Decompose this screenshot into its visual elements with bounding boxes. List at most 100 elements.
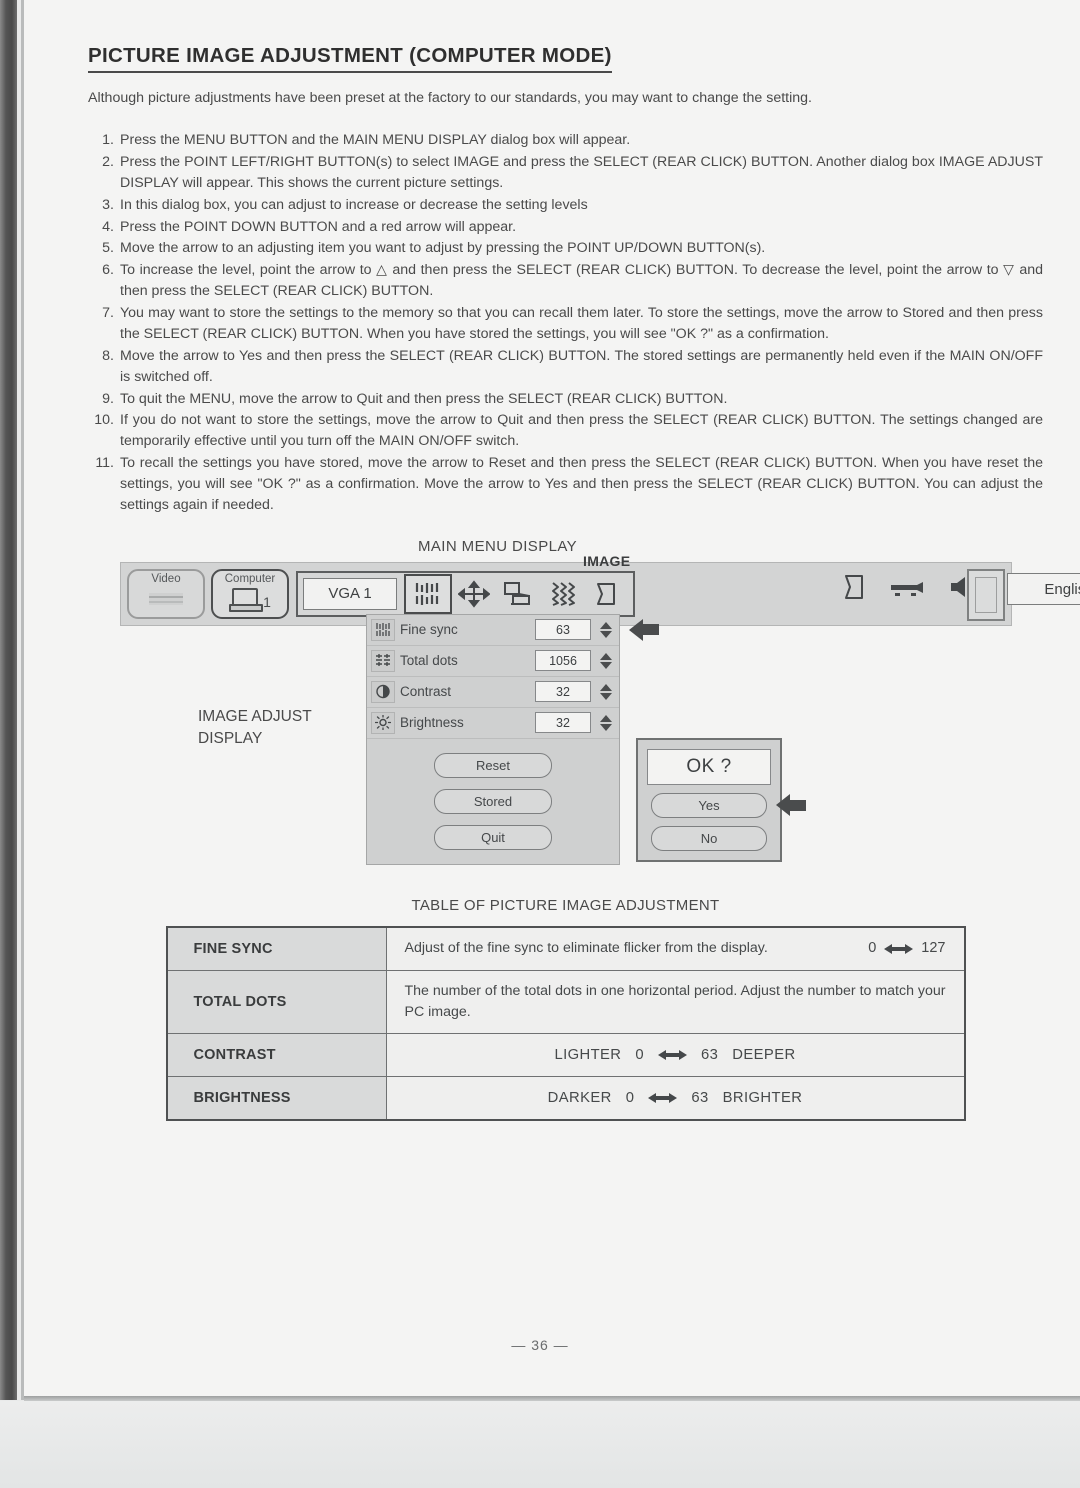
pc-screen-icon[interactable] — [496, 576, 540, 612]
computer-icon: 1 — [229, 588, 271, 613]
image-menu-group[interactable]: IMAGE VGA 1 — [296, 553, 635, 617]
down-triangle-icon[interactable] — [600, 692, 612, 700]
table-caption: TABLE OF PICTURE IMAGE ADJUSTMENT — [411, 896, 720, 914]
scale-left-label: DARKER — [547, 1090, 612, 1107]
step-text: To recall the settings you have stored, … — [120, 455, 1043, 513]
step-number: 8. — [102, 347, 114, 364]
instruction-step: 3. In this dialog box, you can adjust to … — [88, 195, 1043, 216]
adjust-row[interactable]: Brightness 32 — [367, 707, 619, 739]
instruction-step: 10. If you do not want to store the setti… — [88, 410, 1043, 452]
step-number: 2. — [102, 153, 114, 170]
up-down-stepper[interactable] — [597, 683, 615, 700]
instruction-step: 4. Press the POINT DOWN BUTTON and a red … — [88, 217, 1043, 238]
table-row-key: BRIGHTNESS — [166, 1076, 387, 1121]
step-number: 9. — [102, 390, 114, 407]
step-text: To quit the MENU, move the arrow to Quit… — [120, 390, 728, 407]
instruction-step: 7. You may want to store the settings to … — [88, 303, 1043, 345]
adjust-row[interactable]: Contrast 32 — [367, 676, 619, 708]
adjust-row-value[interactable]: 32 — [535, 681, 591, 703]
red-pointer-arrow — [776, 794, 806, 817]
table-row-description: DARKER 0 63 BRIGHTER — [385, 1076, 965, 1121]
adjust-row-value[interactable]: 1056 — [535, 650, 591, 672]
table-row-range: 0 127 — [868, 938, 945, 960]
instruction-step: 8. Move the arrow to Yes and then press t… — [88, 346, 1043, 388]
down-triangle-icon[interactable] — [600, 661, 612, 669]
no-button[interactable]: No — [651, 825, 767, 851]
language-value-box[interactable]: English — [1007, 573, 1080, 606]
source-button-computer[interactable]: Computer 1 — [211, 568, 289, 619]
table-row: CONTRAST LIGHTER 0 63 DEEPER — [166, 1033, 965, 1078]
ok-prompt: OK ? — [647, 748, 771, 785]
down-triangle-icon[interactable] — [600, 723, 612, 731]
scale-right-label: DEEPER — [732, 1047, 796, 1064]
stored-button[interactable]: Stored — [434, 788, 552, 814]
menubar-endcap[interactable] — [967, 568, 1005, 621]
adjust-display-label-line: IMAGE ADJUST — [198, 707, 312, 725]
page-content: PICTURE IMAGE ADJUSTMENT (COMPUTER MODE)… — [88, 0, 1080, 1122]
scan-background-below-page — [0, 1401, 1080, 1488]
step-text: If you do not want to store the settings… — [120, 412, 1043, 450]
adjust-rows: Fine sync 63 Total dots 1056 Contrast 32 Brigh… — [367, 614, 659, 739]
wave-pattern-icon[interactable] — [540, 576, 584, 612]
instruction-step: 1. Press the MENU BUTTON and the MAIN MEN… — [88, 130, 1043, 151]
up-down-stepper[interactable] — [597, 714, 615, 731]
fine-sync-icon[interactable] — [404, 573, 452, 614]
quit-button[interactable]: Quit — [434, 824, 552, 850]
step-text: Press the POINT DOWN BUTTON and a red ar… — [120, 218, 517, 235]
ok-confirmation-panel[interactable]: OK ? Yes No — [636, 737, 806, 862]
source-value-box[interactable]: VGA 1 — [303, 577, 397, 610]
fine-sync-icon — [371, 618, 395, 641]
range-max: 63 — [691, 1090, 709, 1107]
keystone-icon[interactable] — [584, 576, 628, 612]
range-min: 0 — [625, 1090, 635, 1107]
projector-icon[interactable] — [889, 576, 927, 603]
menubar-right-icons: English — [841, 573, 1080, 606]
range-max: 127 — [921, 939, 946, 956]
double-arrow-icon — [884, 943, 914, 954]
instruction-steps: 1. Press the MENU BUTTON and the MAIN MEN… — [88, 130, 1043, 516]
up-down-stepper[interactable] — [597, 621, 615, 638]
adjust-row-value[interactable]: 63 — [535, 619, 591, 641]
step-number: 3. — [102, 196, 114, 213]
step-text: Press the MENU BUTTON and the MAIN MENU … — [120, 132, 631, 148]
up-triangle-icon[interactable] — [600, 714, 612, 722]
table-body: FINE SYNC Adjust of the fine sync to elim… — [166, 926, 965, 1121]
image-group-label: IMAGE — [583, 552, 631, 569]
source-computer-label: Computer — [224, 572, 276, 585]
picture-image-adjustment-table: FINE SYNC Adjust of the fine sync to elim… — [165, 925, 966, 1122]
adjust-row[interactable]: Total dots 1056 — [367, 645, 619, 677]
instruction-step: 9. To quit the MENU, move the arrow to Qu… — [88, 389, 1043, 410]
menu-diagram: MAIN MENU DISPLAY Video Computer 1 IMAGE — [88, 538, 1080, 893]
up-triangle-icon[interactable] — [600, 683, 612, 691]
step-number: 7. — [102, 305, 114, 321]
computer-number: 1 — [263, 594, 271, 611]
page-number: — 36 — — [511, 1337, 569, 1353]
up-down-stepper[interactable] — [597, 652, 615, 669]
table-row-desc-text: Adjust of the fine sync to eliminate fli… — [404, 939, 768, 956]
up-triangle-icon[interactable] — [600, 652, 612, 660]
keystone-icon[interactable] — [841, 573, 867, 606]
adjust-row-label: Fine sync — [400, 622, 458, 638]
image-adjust-display-label: IMAGE ADJUST DISPLAY — [198, 706, 312, 751]
position-arrows-icon[interactable] — [452, 576, 496, 612]
step-number: 6. — [102, 262, 114, 279]
video-icon — [149, 593, 183, 606]
brightness-icon — [371, 711, 395, 734]
adjust-row-value[interactable]: 32 — [535, 712, 591, 734]
scale-right-label: BRIGHTER — [722, 1090, 803, 1107]
yes-button[interactable]: Yes — [651, 792, 806, 818]
image-adjust-dialog[interactable]: Fine sync 63 Total dots 1056 Contrast 32 Brigh… — [366, 613, 659, 865]
adjust-row-label: Contrast — [400, 684, 452, 700]
step-text: You may want to store the settings to th… — [120, 305, 1043, 342]
instruction-step: 5. Move the arrow to an adjusting item yo… — [88, 238, 1043, 259]
source-button-video[interactable]: Video — [127, 568, 205, 619]
down-triangle-icon[interactable] — [600, 630, 612, 638]
up-triangle-icon[interactable] — [600, 621, 612, 629]
table-row-description: Adjust of the fine sync to eliminate fli… — [385, 926, 965, 971]
contrast-icon — [371, 680, 395, 703]
reset-button[interactable]: Reset — [434, 752, 552, 778]
scan-left-edge — [0, 0, 17, 1400]
step-number: 5. — [102, 240, 114, 257]
step-number: 4. — [102, 218, 114, 235]
adjust-row[interactable]: Fine sync 63 — [367, 614, 659, 646]
